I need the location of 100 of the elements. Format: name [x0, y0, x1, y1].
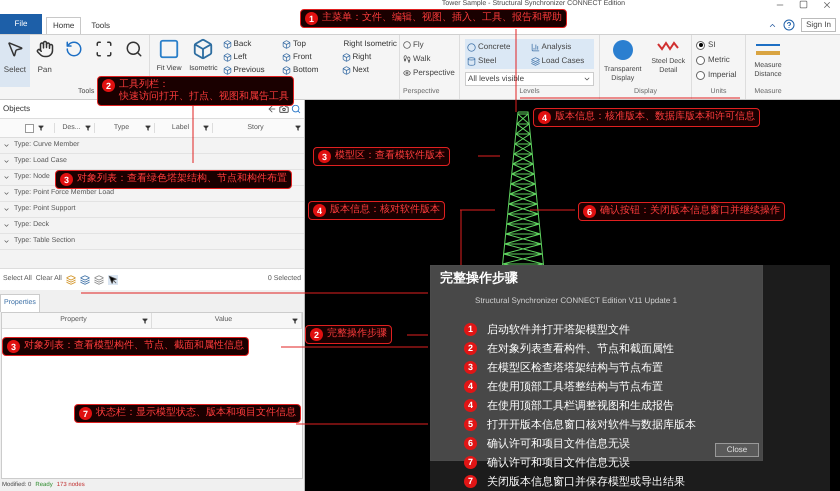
step-text: 在使用顶部工具栏调整视图和生成报告: [487, 398, 674, 414]
nodes-icon[interactable]: [80, 274, 90, 284]
analysis-icon: [530, 42, 540, 52]
view-button[interactable]: Previous: [222, 64, 276, 76]
number-badge: 3: [60, 173, 73, 186]
wave-icon: [657, 39, 680, 53]
view-button[interactable]: Right Isometric: [342, 38, 395, 50]
radio-circle[interactable]: [696, 40, 705, 50]
callout-text: 对象列表：查看模型构件、节点、截面和属性信息: [24, 340, 244, 352]
callout-text: 版本信息：核对软件版本: [330, 204, 440, 216]
fit-view-icon: [158, 38, 180, 60]
filter-icon[interactable]: [145, 125, 151, 131]
ribbon-tab[interactable]: Home: [46, 17, 82, 34]
product-name: Structural Synchronizer CONNECT Edition V11 Update 1: [475, 295, 678, 307]
header-checkbox[interactable]: [24, 124, 34, 132]
callout-text: 快速访问打开、打点、视图和属告工具: [119, 91, 289, 103]
filter-icon[interactable]: [292, 318, 298, 324]
leader-line: [406, 334, 428, 336]
step-text: 确认许可和项目文件信息无误: [487, 456, 630, 470]
pointer-icon: [6, 40, 24, 58]
expand-icon: [3, 158, 10, 165]
filter-icon[interactable]: [203, 125, 209, 131]
filter-icon[interactable]: [38, 125, 44, 131]
step-text: 在使用顶部工具塔整结构与节点布置: [487, 380, 663, 394]
callout-text: 主菜单：文件、编辑、视图、插入、工具、报告和帮助: [322, 12, 562, 24]
number-badge: 1: [305, 12, 318, 25]
sign-in-button[interactable]: Sign In: [801, 18, 836, 32]
view-button[interactable]: Front: [282, 51, 336, 63]
maximize-icon[interactable]: [799, 0, 808, 9]
camera-icon[interactable]: [279, 104, 289, 114]
cube-icon: [282, 52, 292, 62]
back-icon[interactable]: [267, 104, 277, 114]
unit-radio[interactable]: Imperial: [696, 69, 741, 81]
concrete-icon: [467, 42, 476, 52]
close-icon[interactable]: [822, 0, 832, 10]
view-button[interactable]: Next: [342, 64, 395, 76]
load-icon: [530, 56, 540, 66]
level-toggle[interactable]: Concrete: [467, 41, 528, 53]
filter-icon[interactable]: [142, 318, 148, 324]
cube-icon: [192, 38, 214, 60]
expand-icon: [3, 238, 10, 245]
sphere-icon: [612, 39, 634, 61]
perspective-button[interactable]: Walk: [403, 53, 456, 65]
cube-icon: [222, 40, 232, 48]
callout-text: 对象列表：查看绿色塔架结构、节点和构件布置: [77, 173, 287, 185]
cube-icon: [222, 66, 232, 74]
close-button[interactable]: Close: [715, 443, 759, 457]
nodes-icon[interactable]: [66, 274, 76, 284]
cube-icon: [342, 66, 350, 74]
view-button[interactable]: Left: [222, 51, 276, 63]
panel-title: Objects: [3, 103, 30, 115]
level-toggle[interactable]: Analysis: [530, 41, 592, 53]
filter-icon[interactable]: [295, 125, 301, 131]
callout-text: 工具列栏：: [119, 79, 170, 90]
cube-icon: [222, 52, 232, 62]
number-badge: 4: [313, 204, 326, 217]
callout-text: 版本信息：核准版本、数据库版本和许可信息: [555, 111, 755, 123]
level-toggle[interactable]: Steel: [467, 55, 528, 67]
search-icon[interactable]: [291, 104, 301, 114]
orbit-icon: [403, 41, 411, 49]
filter-icon[interactable]: [85, 125, 91, 131]
cube-icon: [282, 40, 292, 48]
steps-title: 完整操作步骤: [440, 269, 519, 287]
perspective-button[interactable]: Perspective: [403, 67, 456, 79]
level-toggle[interactable]: Load Cases: [530, 55, 592, 67]
step-text: 在对象列表查看构件、节点和截面属性: [487, 342, 674, 356]
unit-radio[interactable]: SI: [696, 39, 741, 51]
ribbon-tab[interactable]: Tools: [85, 17, 116, 34]
unit-radio[interactable]: Metric: [696, 54, 741, 66]
number-badge: 4: [538, 111, 551, 124]
cube-icon: [282, 66, 292, 74]
chevron-down-icon: [583, 75, 591, 83]
ruler-icon: [755, 41, 781, 57]
tool-button[interactable]: Pan: [30, 35, 60, 87]
expand-icon: [3, 174, 10, 181]
view-button[interactable]: Right: [342, 51, 395, 63]
file-tab[interactable]: File: [0, 14, 42, 34]
footprints-icon: [403, 55, 411, 63]
pointer-icon[interactable]: [108, 274, 118, 284]
search-icon: [125, 40, 144, 58]
number-badge: 2: [310, 328, 323, 341]
view-button[interactable]: Top: [282, 38, 336, 50]
expand-icon: [3, 142, 10, 149]
nodes-icon[interactable]: [94, 274, 104, 284]
tool-button[interactable]: Select: [0, 35, 30, 87]
help-icon[interactable]: [783, 19, 796, 31]
cube-icon: [342, 52, 350, 62]
callout-text: 状态栏：显示模型状态、版本和项目文件信息: [96, 407, 296, 419]
number-badge: 7: [79, 407, 92, 420]
callout-text: 模型区：查看模软件版本: [335, 150, 445, 162]
expand-icon: [3, 190, 10, 197]
step-text: 打开开版本信息窗口核对软件与数据库版本: [487, 418, 696, 432]
view-button[interactable]: Back: [222, 38, 276, 50]
perspective-button[interactable]: Fly: [403, 39, 456, 51]
callout-text: 确认按钮：关闭版本信息窗口并继续操作: [600, 205, 780, 217]
expand-icon: [3, 206, 10, 213]
view-button[interactable]: Bottom: [282, 64, 336, 76]
frame-zoom-icon: [95, 40, 114, 58]
step-text: 确认许可和项目文件信息无误: [487, 436, 630, 452]
expand-icon: [3, 222, 10, 229]
